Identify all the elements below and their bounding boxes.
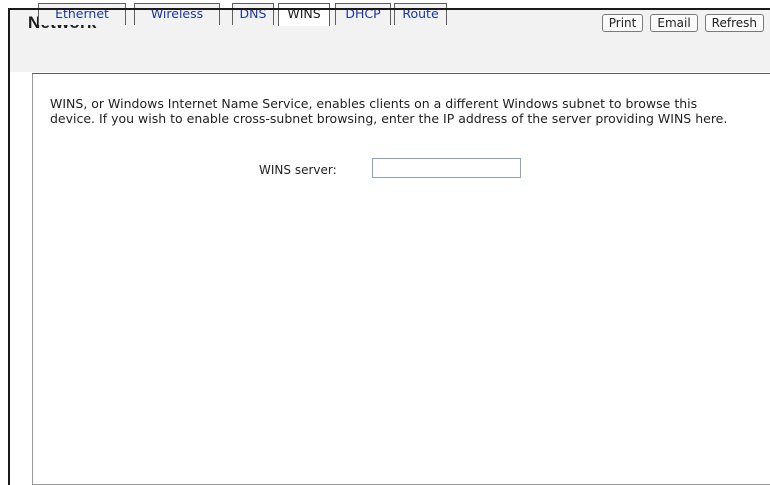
tab-dhcp[interactable]: DHCP bbox=[335, 3, 391, 25]
print-button[interactable]: Print bbox=[601, 14, 644, 32]
wins-panel: WINS, or Windows Internet Name Service, … bbox=[32, 74, 770, 485]
app-window: Network Print Email Refresh Ethernet Wir… bbox=[0, 0, 770, 485]
wins-server-label: WINS server: bbox=[259, 163, 337, 177]
window-top-border bbox=[8, 8, 770, 10]
window-left-border bbox=[8, 8, 10, 485]
wins-server-input[interactable] bbox=[372, 158, 521, 178]
refresh-button[interactable]: Refresh bbox=[704, 14, 764, 32]
email-button[interactable]: Email bbox=[650, 14, 698, 32]
tab-dns[interactable]: DNS bbox=[232, 3, 274, 25]
wins-description: WINS, or Windows Internet Name Service, … bbox=[50, 96, 728, 126]
header-actions: Print Email Refresh bbox=[601, 14, 764, 32]
tabs-bar bbox=[10, 50, 770, 72]
tab-route[interactable]: Route bbox=[394, 3, 447, 25]
tab-wins[interactable]: WINS bbox=[278, 3, 330, 26]
tab-wireless[interactable]: Wireless bbox=[134, 3, 220, 25]
tab-ethernet[interactable]: Ethernet bbox=[38, 3, 126, 25]
